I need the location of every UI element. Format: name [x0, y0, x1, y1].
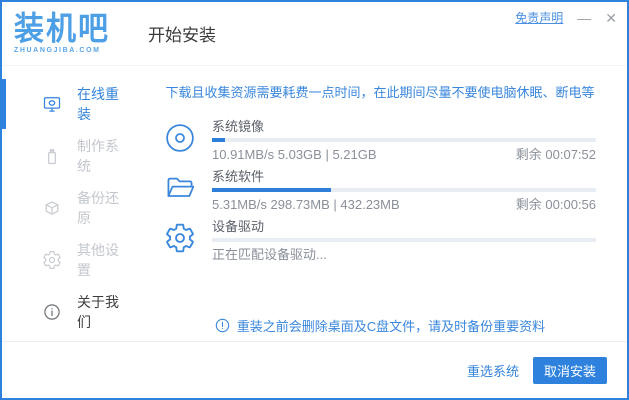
- footer: 重选系统 取消安装: [2, 341, 627, 398]
- window-controls: 免责声明 — ✕: [515, 9, 617, 26]
- progress-bar: [212, 138, 596, 142]
- info-icon: [42, 302, 62, 322]
- settings-icon: [42, 250, 62, 270]
- sidebar-item-other-settings[interactable]: 其他设置: [2, 234, 132, 286]
- cancel-install-button[interactable]: 取消安装: [533, 356, 607, 384]
- backup-restore-icon: [42, 198, 62, 218]
- progress-fill: [212, 138, 226, 142]
- sidebar-item-make-system[interactable]: 制作系统: [2, 130, 132, 182]
- sidebar-item-label: 关于我们: [77, 294, 119, 330]
- sidebar: 在线重装 制作系统 备份还原 其他设置 关于我们: [2, 66, 132, 341]
- progress-bar: [212, 188, 596, 192]
- page-title: 开始安装: [148, 26, 216, 45]
- sidebar-item-about-us[interactable]: 关于我们: [2, 286, 132, 338]
- task-name: 设备驱动: [212, 219, 265, 234]
- folder-icon: [164, 172, 196, 204]
- close-button[interactable]: ✕: [605, 11, 617, 25]
- sidebar-item-label: 其他设置: [77, 242, 119, 278]
- reselect-system-button[interactable]: 重选系统: [467, 361, 519, 380]
- sidebar-item-label: 在线重装: [77, 86, 119, 122]
- task-row-system-software: 系统软件 5.31MB/s 298.73MB | 432.23MB 剩余 00:…: [164, 168, 596, 214]
- download-tip-text: 下载且收集资源需要耗费一点时间，在此期间尽量不要使电脑休眠、断电等: [165, 85, 595, 100]
- monitor-reinstall-icon: [42, 94, 62, 114]
- app-logo: 装机吧 ZHUANGJIBA.COM: [2, 11, 124, 54]
- task-row-device-driver: 设备驱动 正在匹配设备驱动...: [164, 218, 596, 264]
- task-stats: 正在匹配设备驱动...: [212, 247, 327, 262]
- disclaimer-link[interactable]: 免责声明: [515, 9, 563, 26]
- warning-icon: [215, 318, 230, 333]
- sidebar-item-label: 制作系统: [77, 138, 119, 174]
- sidebar-item-online-reinstall[interactable]: 在线重装: [2, 78, 132, 130]
- disc-icon: [164, 122, 196, 154]
- gear-icon: [164, 222, 196, 254]
- task-stats: 5.31MB/s 298.73MB | 432.23MB: [212, 197, 400, 212]
- task-remaining: 剩余 00:07:52: [515, 147, 596, 162]
- header: 装机吧 ZHUANGJIBA.COM 开始安装 免责声明 — ✕: [2, 2, 627, 66]
- main-content: 下载且收集资源需要耗费一点时间，在此期间尽量不要使电脑休眠、断电等 系统镜像 1…: [132, 66, 627, 341]
- task-row-system-image: 系统镜像 10.91MB/s 5.03GB | 5.21GB 剩余 00:07:…: [164, 118, 596, 164]
- progress-bar: [212, 238, 596, 242]
- logo-subtitle: ZHUANGJIBA.COM: [14, 46, 101, 54]
- backup-notice-text: 重装之前会删除桌面及C盘文件，请及时备份重要资料: [236, 319, 546, 334]
- sidebar-item-label: 备份还原: [77, 190, 119, 226]
- task-list: 系统镜像 10.91MB/s 5.03GB | 5.21GB 剩余 00:07:…: [164, 118, 596, 268]
- backup-notice: 重装之前会删除桌面及C盘文件，请及时备份重要资料: [164, 316, 596, 335]
- active-indicator: [2, 79, 6, 129]
- minimize-button[interactable]: —: [577, 11, 591, 25]
- app-window: 装机吧 ZHUANGJIBA.COM 开始安装 免责声明 — ✕ 在线重装 制作…: [0, 0, 629, 400]
- task-stats: 10.91MB/s 5.03GB | 5.21GB: [212, 147, 377, 162]
- task-name: 系统镜像: [212, 119, 265, 134]
- sidebar-item-backup-restore[interactable]: 备份还原: [2, 182, 132, 234]
- logo-title: 装机吧: [14, 11, 110, 47]
- usb-icon: [42, 146, 62, 166]
- progress-fill: [212, 188, 332, 192]
- task-remaining: 剩余 00:00:56: [515, 197, 596, 212]
- task-name: 系统软件: [212, 169, 265, 184]
